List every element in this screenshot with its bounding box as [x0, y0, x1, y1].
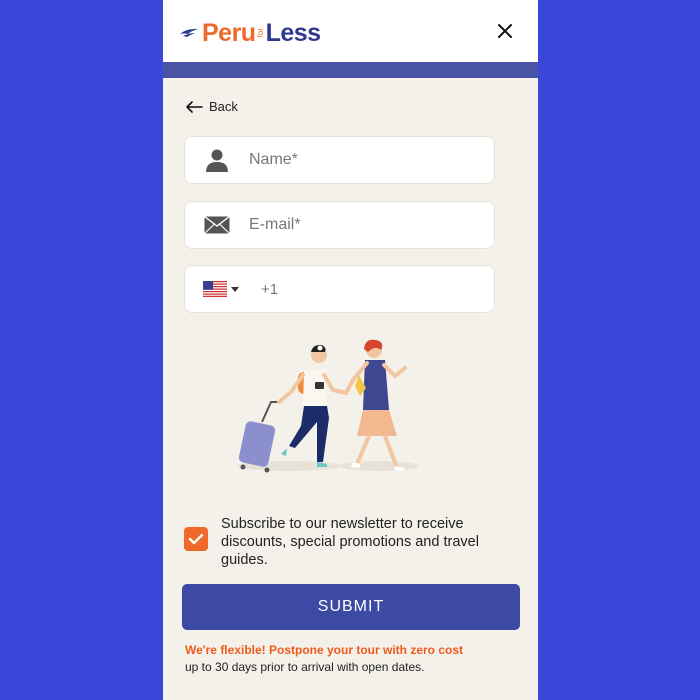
flexibility-subtitle: up to 30 days prior to arrival with open…: [185, 660, 425, 674]
back-button[interactable]: Back: [185, 99, 238, 114]
form-panel: Peru for Less Back Name* E-mail* +1 Subs…: [163, 0, 538, 700]
flexibility-title: We're flexible! Postpone your tour with …: [185, 643, 464, 657]
wing-icon: [180, 28, 198, 37]
name-placeholder: Name*: [249, 151, 298, 168]
newsletter-label: Subscribe to our newsletter to receive d…: [221, 516, 479, 568]
newsletter-checkbox[interactable]: [184, 527, 208, 551]
close-icon[interactable]: [496, 22, 514, 40]
arrow-left-icon: [186, 100, 203, 113]
newsletter-row: Subscribe to our newsletter to receive d…: [184, 515, 504, 569]
back-label: Back: [209, 99, 238, 114]
submit-button[interactable]: SUBMIT: [182, 584, 520, 630]
envelope-icon: [185, 216, 249, 234]
logo-text-less: Less: [265, 18, 321, 47]
user-icon: [185, 148, 249, 172]
email-placeholder: E-mail*: [249, 216, 301, 233]
phone-field[interactable]: +1: [184, 265, 495, 313]
caret-down-icon: [231, 286, 239, 292]
us-flag-icon: [203, 281, 227, 297]
header: Peru for Less: [163, 0, 538, 62]
flexibility-note: We're flexible! Postpone your tour with …: [185, 642, 463, 676]
name-field[interactable]: Name*: [184, 136, 495, 184]
logo-text-peru: Peru: [202, 18, 256, 47]
phone-code: +1: [261, 280, 279, 298]
logo[interactable]: Peru for Less: [179, 18, 321, 48]
logo-text-for: for: [255, 28, 265, 38]
header-divider-bar: [163, 62, 538, 78]
country-selector[interactable]: [203, 281, 259, 297]
email-field[interactable]: E-mail*: [184, 201, 495, 249]
travelers-illustration: [237, 339, 419, 473]
checkmark-icon: [188, 533, 204, 545]
